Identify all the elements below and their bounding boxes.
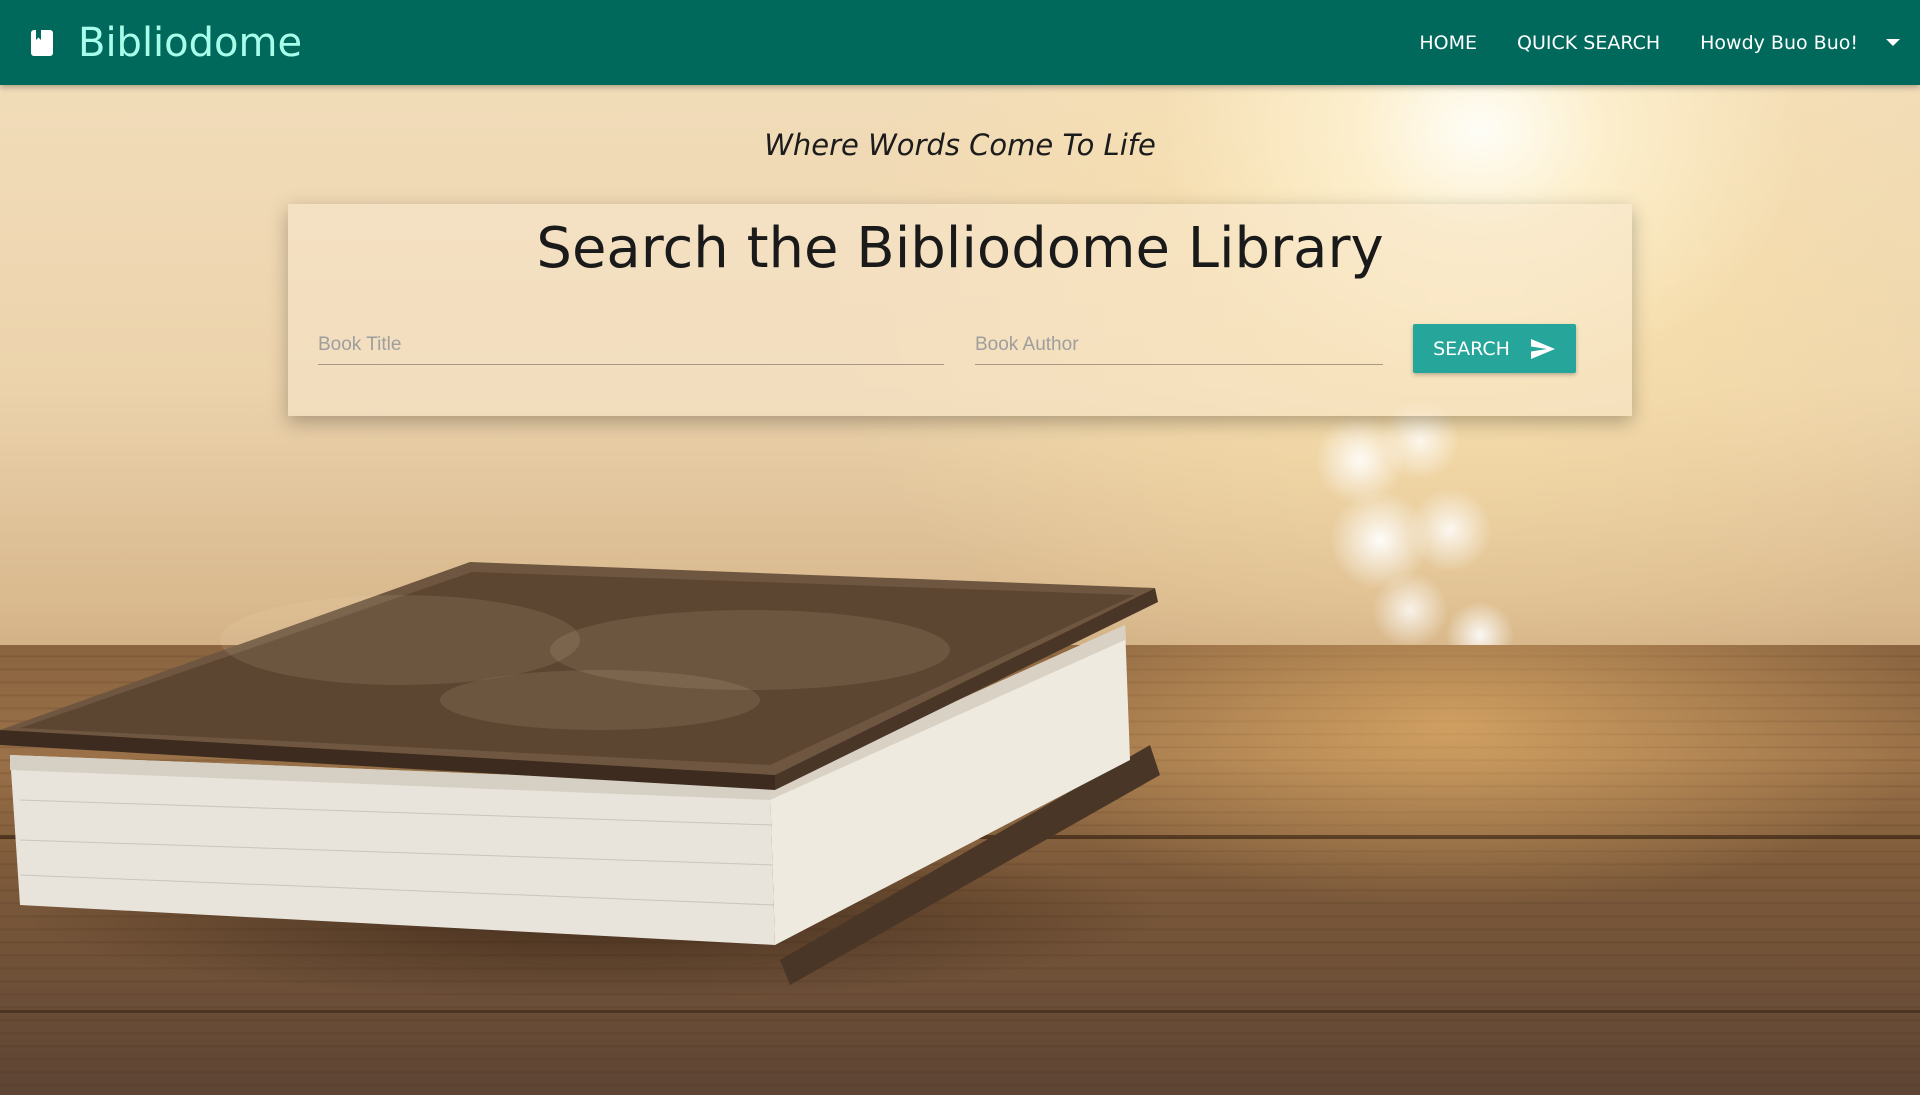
book-title-input[interactable] bbox=[318, 334, 944, 356]
book-title-field bbox=[318, 314, 944, 365]
search-button[interactable]: SEARCH bbox=[1413, 324, 1576, 373]
book-author-field bbox=[975, 314, 1383, 365]
caret-down-icon[interactable] bbox=[1886, 39, 1900, 46]
nav-links: HOME QUICK SEARCH Howdy Buo Buo! bbox=[1379, 0, 1900, 85]
nav-user-greeting[interactable]: Howdy Buo Buo! bbox=[1700, 32, 1858, 54]
search-button-label: SEARCH bbox=[1433, 337, 1510, 360]
book-author-input[interactable] bbox=[975, 334, 1383, 356]
tagline: Where Words Come To Life bbox=[764, 128, 1156, 162]
brand-logo-link[interactable]: Bibliodome bbox=[30, 0, 302, 85]
book-icon bbox=[30, 29, 54, 57]
search-card-title: Search the Bibliodome Library bbox=[536, 216, 1384, 281]
send-icon bbox=[1530, 338, 1556, 360]
nav-home-link[interactable]: HOME bbox=[1419, 32, 1477, 54]
background-image bbox=[0, 0, 1920, 1095]
nav-quick-search-link[interactable]: QUICK SEARCH bbox=[1517, 32, 1660, 54]
search-card: Search the Bibliodome Library SEARCH bbox=[288, 204, 1632, 416]
leather-book bbox=[0, 562, 1160, 985]
brand-name: Bibliodome bbox=[78, 19, 303, 66]
top-navbar: Bibliodome HOME QUICK SEARCH Howdy Buo B… bbox=[0, 0, 1920, 85]
